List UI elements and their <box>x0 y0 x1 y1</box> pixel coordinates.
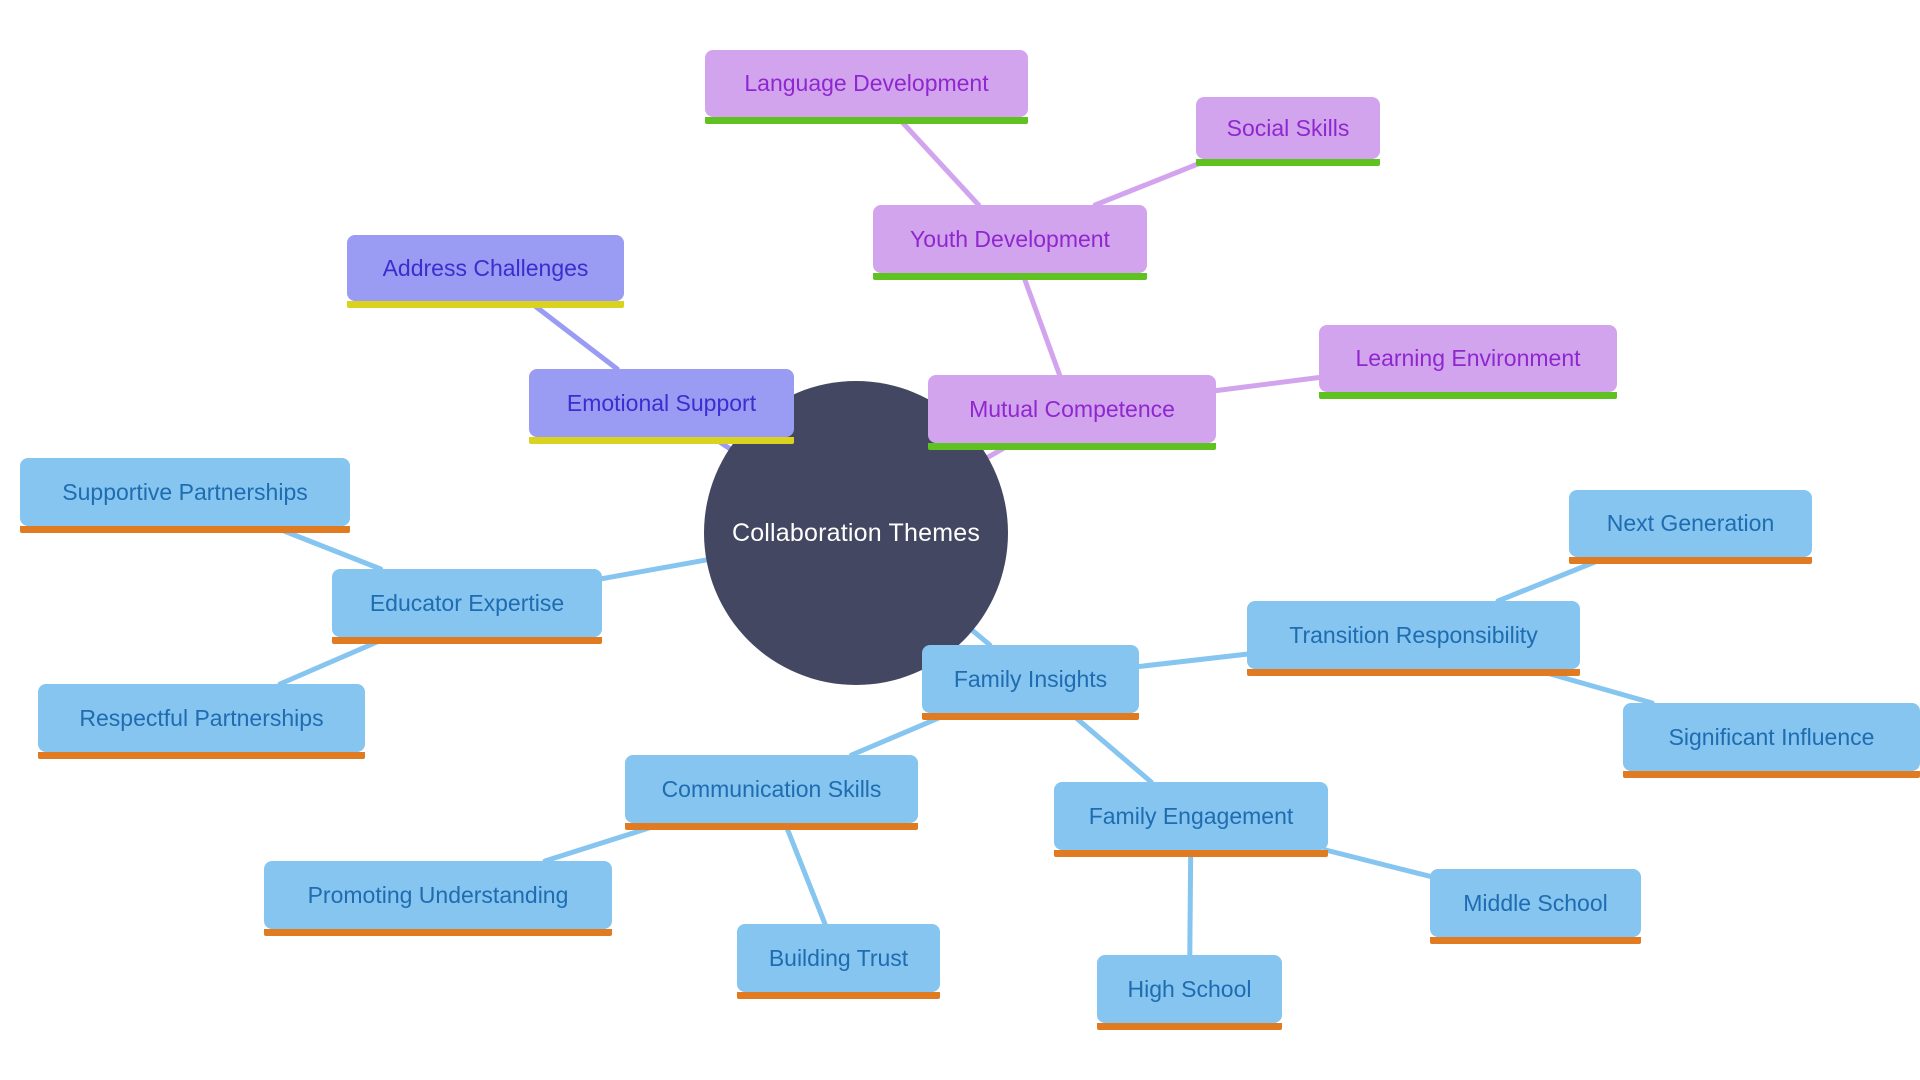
edge-root-to-family-insights <box>970 628 993 648</box>
root-node-label: Collaboration Themes <box>731 518 981 547</box>
node-label: Supportive Partnerships <box>62 478 308 505</box>
edge-mutual-competence-to-youth-development <box>1019 270 1063 378</box>
node-building-trust[interactable]: Building Trust <box>737 924 940 999</box>
edge-family-engagement-to-middle-school <box>1323 847 1433 879</box>
node-underline <box>1319 392 1617 399</box>
node-significant-influence[interactable]: Significant Influence <box>1623 703 1920 778</box>
node-label: Address Challenges <box>382 254 589 281</box>
node-label: Youth Development <box>910 225 1110 252</box>
edge-youth-development-to-social-skills <box>1092 156 1213 208</box>
node-emotional-support[interactable]: Emotional Support <box>529 369 794 444</box>
node-language-development[interactable]: Language Development <box>705 50 1028 124</box>
node-educator-expertise[interactable]: Educator Expertise <box>332 569 602 644</box>
mindmap-canvas: Collaboration Themes Language Development… <box>0 0 1920 1080</box>
node-underline <box>705 117 1028 124</box>
node-underline <box>332 637 602 644</box>
node-label: Middle School <box>1463 889 1608 916</box>
node-next-generation[interactable]: Next Generation <box>1569 490 1812 564</box>
node-respectful-partnerships[interactable]: Respectful Partnerships <box>38 684 365 759</box>
node-label: Family Engagement <box>1088 802 1294 829</box>
edge-mutual-competence-to-learning-environment <box>1213 375 1322 394</box>
edge-family-insights-to-transition-responsibility <box>1136 651 1250 670</box>
node-label: Promoting Understanding <box>307 881 569 908</box>
node-high-school[interactable]: High School <box>1097 955 1282 1030</box>
node-underline <box>1196 159 1380 166</box>
node-label: Family Insights <box>953 665 1108 692</box>
node-label: Respectful Partnerships <box>79 704 324 731</box>
node-communication-skills[interactable]: Communication Skills <box>625 755 918 830</box>
node-underline <box>737 992 940 999</box>
node-middle-school[interactable]: Middle School <box>1430 869 1641 944</box>
node-promoting-understanding[interactable]: Promoting Understanding <box>264 861 612 936</box>
edge-educator-expertise-to-respectful-partnerships <box>277 634 392 687</box>
node-address-challenges[interactable]: Address Challenges <box>347 235 624 308</box>
node-underline <box>529 437 794 444</box>
node-label: Learning Environment <box>1355 345 1581 371</box>
node-underline <box>928 443 1216 450</box>
edge-communication-skills-to-building-trust <box>782 820 828 927</box>
node-learning-environment[interactable]: Learning Environment <box>1319 325 1617 399</box>
edge-family-insights-to-family-engagement <box>1067 710 1154 785</box>
node-transition-responsibility[interactable]: Transition Responsibility <box>1247 601 1580 676</box>
node-underline <box>1097 1023 1282 1030</box>
node-label: Building Trust <box>768 944 909 971</box>
node-label: Significant Influence <box>1668 723 1875 750</box>
node-underline <box>922 713 1139 720</box>
node-underline <box>625 823 918 830</box>
node-label: Emotional Support <box>566 389 757 416</box>
node-underline <box>38 752 365 759</box>
node-underline <box>1430 937 1641 944</box>
node-label: Educator Expertise <box>369 589 565 616</box>
node-label: Transition Responsibility <box>1289 621 1538 648</box>
node-social-skills[interactable]: Social Skills <box>1196 97 1380 166</box>
node-youth-development[interactable]: Youth Development <box>873 205 1147 280</box>
node-underline <box>1054 850 1328 857</box>
edge-root-to-educator-expertise <box>599 557 709 582</box>
node-underline <box>20 526 350 533</box>
edge-emotional-support-to-address-challenges <box>526 298 620 372</box>
node-label: Language Development <box>744 70 989 96</box>
node-underline <box>264 929 612 936</box>
node-label: Communication Skills <box>661 775 882 802</box>
edge-youth-development-to-language-development <box>894 114 982 208</box>
node-underline <box>1569 557 1812 564</box>
node-family-insights[interactable]: Family Insights <box>922 645 1139 720</box>
node-supportive-partnerships[interactable]: Supportive Partnerships <box>20 458 350 533</box>
node-underline <box>873 273 1147 280</box>
node-label: Mutual Competence <box>969 395 1175 422</box>
edge-family-engagement-to-high-school <box>1187 847 1194 958</box>
node-mutual-competence[interactable]: Mutual Competence <box>928 375 1216 450</box>
node-label: Social Skills <box>1226 114 1350 141</box>
node-label: High School <box>1127 975 1252 1002</box>
node-underline <box>1623 771 1920 778</box>
node-underline <box>1247 669 1580 676</box>
node-family-engagement[interactable]: Family Engagement <box>1054 782 1328 857</box>
node-underline <box>347 301 624 308</box>
node-label: Next Generation <box>1606 510 1775 536</box>
